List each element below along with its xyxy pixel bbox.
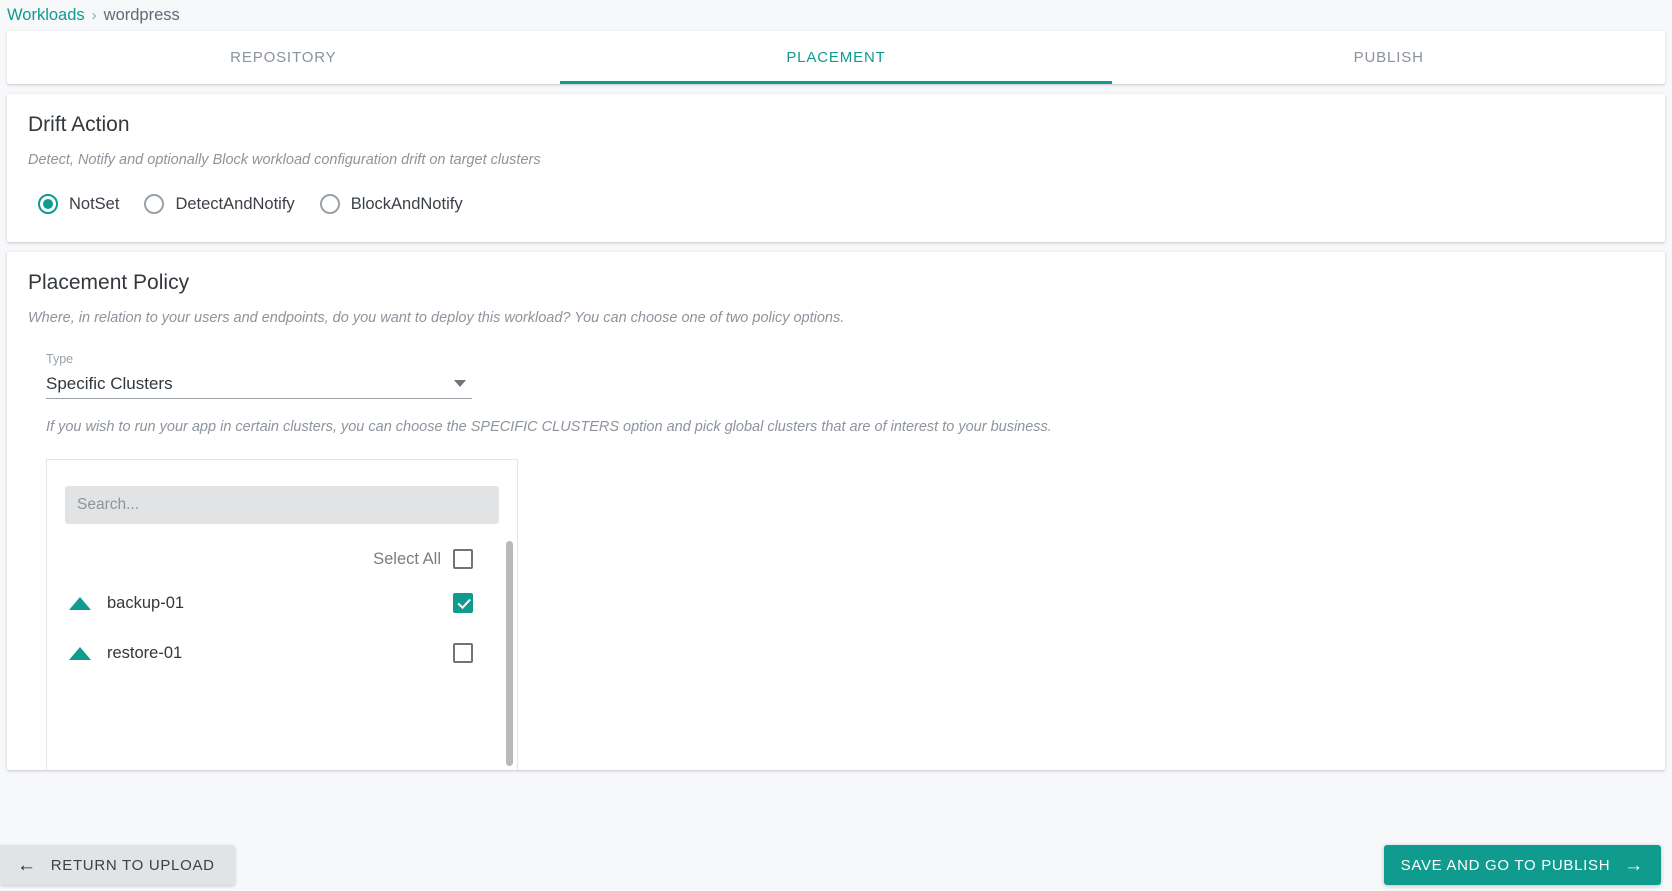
placement-page: Workloads › wordpress REPOSITORY PLACEME…: [0, 0, 1672, 891]
drift-action-card: Drift Action Detect, Notify and optional…: [7, 94, 1665, 242]
tab-publish[interactable]: PUBLISH: [1112, 31, 1665, 84]
breadcrumb-link-workloads[interactable]: Workloads: [7, 6, 85, 25]
cluster-checkbox-restore-01[interactable]: [453, 643, 473, 663]
save-and-go-to-publish-button[interactable]: SAVE AND GO TO PUBLISH →: [1383, 845, 1661, 885]
breadcrumb: Workloads › wordpress: [0, 0, 1672, 31]
cluster-picker-panel: Select All backup-01 restore-01: [46, 459, 518, 770]
select-all-checkbox[interactable]: [453, 549, 473, 569]
select-all-row[interactable]: Select All: [47, 540, 517, 578]
type-select[interactable]: Specific Clusters: [46, 370, 472, 399]
arrow-left-icon: ←: [17, 854, 37, 876]
arrow-right-icon: →: [1624, 854, 1644, 876]
cluster-row-backup-01[interactable]: backup-01: [47, 578, 517, 628]
breadcrumb-separator-icon: ›: [91, 7, 97, 24]
cluster-triangle-icon: [69, 596, 91, 610]
cluster-list-scrollbar[interactable]: [506, 541, 513, 766]
drift-action-title: Drift Action: [28, 113, 130, 136]
drift-action-description: Detect, Notify and optionally Block work…: [28, 152, 541, 168]
radio-label-notset: NotSet: [69, 194, 120, 213]
cluster-checkbox-backup-01[interactable]: [453, 593, 473, 613]
cluster-row-restore-01[interactable]: restore-01: [47, 628, 517, 678]
tab-repository[interactable]: REPOSITORY: [7, 31, 560, 84]
radio-label-detectandnotify: DetectAndNotify: [175, 194, 295, 213]
radio-option-blockandnotify[interactable]: BlockAndNotify: [319, 194, 463, 214]
return-to-upload-label: RETURN TO UPLOAD: [50, 856, 215, 874]
select-all-label: Select All: [373, 549, 441, 568]
radio-option-notset[interactable]: NotSet: [38, 194, 119, 214]
radio-option-detectandnotify[interactable]: DetectAndNotify: [144, 194, 295, 214]
drift-action-radio-group: NotSet DetectAndNotify BlockAndNotify: [7, 168, 1665, 214]
radio-indicator-detectandnotify: [144, 194, 165, 214]
cluster-name-backup-01: backup-01: [107, 593, 185, 612]
type-field-help-text: If you wish to run your app in certain c…: [46, 419, 1052, 435]
cluster-list: Select All backup-01 restore-01: [47, 540, 517, 768]
footer-action-bar: ← RETURN TO UPLOAD SAVE AND GO TO PUBLIS…: [0, 832, 1672, 891]
radio-indicator-notset: [38, 194, 58, 214]
return-to-upload-button[interactable]: ← RETURN TO UPLOAD: [0, 845, 235, 885]
tab-placement[interactable]: PLACEMENT: [559, 31, 1113, 84]
radio-label-blockandnotify: BlockAndNotify: [350, 194, 463, 213]
type-field-label: Type: [46, 352, 74, 366]
placement-policy-card: Placement Policy Where, in relation to y…: [7, 252, 1665, 770]
save-and-go-to-publish-label: SAVE AND GO TO PUBLISH: [1400, 856, 1611, 874]
tab-bar: REPOSITORY PLACEMENT PUBLISH: [7, 31, 1665, 84]
type-select-value: Specific Clusters: [46, 374, 173, 393]
cluster-triangle-icon: [69, 646, 91, 660]
placement-policy-title: Placement Policy: [28, 271, 190, 294]
radio-indicator-blockandnotify: [319, 194, 340, 214]
chevron-down-icon: [454, 380, 466, 387]
breadcrumb-current-wordpress: wordpress: [103, 6, 180, 24]
type-field: Type Specific Clusters: [7, 326, 472, 399]
search-input[interactable]: [65, 486, 499, 524]
placement-policy-description: Where, in relation to your users and end…: [28, 310, 845, 326]
cluster-name-restore-01: restore-01: [107, 643, 183, 662]
